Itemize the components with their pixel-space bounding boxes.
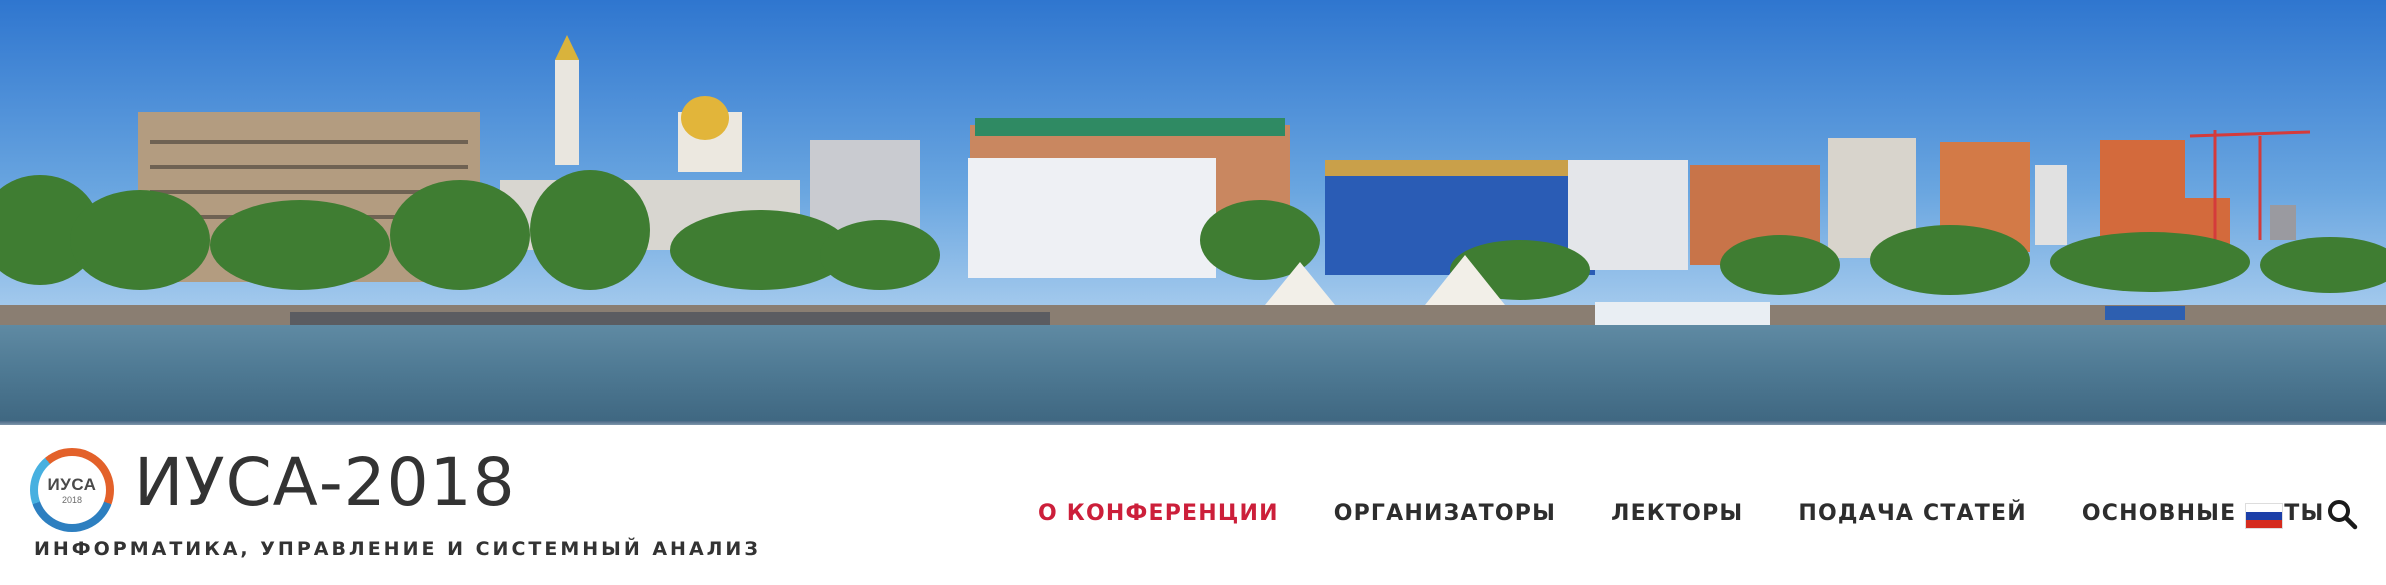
nav-item-lecturers[interactable]: ЛЕКТОРЫ [1611,503,1743,525]
main-nav: О КОНФЕРЕНЦИИ ОРГАНИЗАТОРЫ ЛЕКТОРЫ ПОДАЧ… [1038,499,2380,529]
nav-item-key-dates[interactable]: ОСНОВНЫЕ ДАТЫ [2082,503,2325,525]
nav-item-organizers[interactable]: ОРГАНИЗАТОРЫ [1334,503,1556,525]
site-tagline: ИНФОРМАТИКА, УПРАВЛЕНИЕ И СИСТЕМНЫЙ АНАЛ… [34,538,761,560]
search-icon[interactable] [2326,498,2358,530]
flag-stripe-red [2246,520,2282,528]
city-panorama-image [0,0,2386,425]
search-icon-glyph [2328,500,2358,530]
flag-stripe-blue [2246,512,2282,520]
russian-flag-icon[interactable] [2246,504,2282,528]
logo-year: 2018 [61,494,83,505]
hero-banner [0,0,2386,425]
logo-emblem: ИУСА 2018 [38,456,106,524]
logo-text: ИУСА [47,474,97,494]
nav-item-paper-submission[interactable]: ПОДАЧА СТАТЕЙ [1798,503,2026,525]
site-logo[interactable]: ИУСА 2018 [30,448,114,532]
site-title[interactable]: ИУСА-2018 [134,450,516,516]
site-header: ИУСА 2018 ИУСА-2018 ИНФОРМАТИКА, УПРАВЛЕ… [0,425,2386,585]
nav-item-about[interactable]: О КОНФЕРЕНЦИИ [1038,503,1279,525]
flag-stripe-white [2246,504,2282,512]
